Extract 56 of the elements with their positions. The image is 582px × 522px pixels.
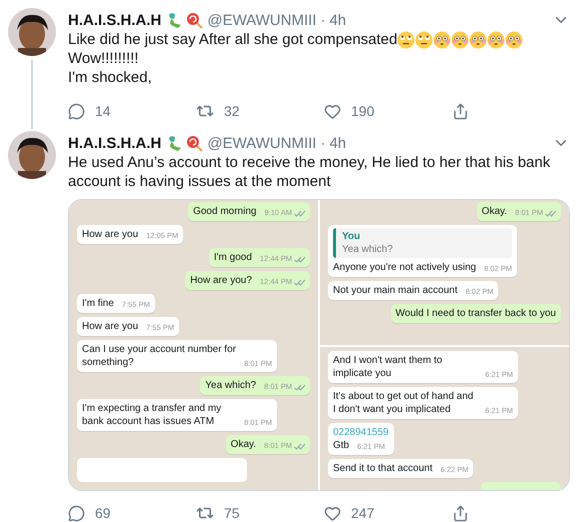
message-text: Send it to that account (333, 462, 433, 475)
message-text: How are you (82, 320, 138, 333)
message-text: And I won't want them to implicate you (333, 354, 444, 380)
flushed-emoji-icon (433, 30, 452, 48)
rolling-eyes-emoji-icon (415, 30, 434, 48)
lollipop-icon (186, 12, 204, 28)
message-text: I'm fine (82, 297, 114, 310)
display-name[interactable]: H.A.I.S.H.A.H (68, 134, 162, 152)
reply-button[interactable]: 69 (68, 504, 196, 522)
message-text: Yea which? (205, 379, 256, 392)
quote-text: Yea which? (342, 243, 394, 256)
user-handle[interactable]: @EWAWUNMIII (207, 12, 316, 28)
message-text: Can I use your account number for something? (82, 343, 236, 369)
share-icon (452, 504, 469, 522)
speech-bubble-icon (68, 504, 85, 522)
separator-dot: · (320, 12, 326, 28)
tweet-time[interactable]: 4h (329, 134, 346, 152)
retweet-button[interactable]: 75 (196, 504, 324, 522)
message-text: Would I need to transfer back to you (396, 307, 556, 320)
message-text: Okay. (230, 438, 256, 451)
speech-bubble-icon (68, 102, 85, 120)
reply-button[interactable]: 14 (68, 102, 196, 120)
message-text: How are you? (190, 274, 252, 287)
avatar[interactable] (8, 131, 56, 179)
tweet-text: Wow!!!!!!!!! (68, 49, 139, 68)
user-handle[interactable]: @EWAWUNMIII (207, 134, 316, 152)
quote-author: You (342, 230, 362, 243)
message-text: It's about to get out of hand and I don't want you implicated (333, 390, 474, 416)
tweet-text: Like did he just say After all she got compensated (68, 30, 398, 49)
tweet-time[interactable]: 4h (329, 12, 346, 28)
flushed-emoji-icon (451, 30, 470, 48)
rolling-eyes-emoji-icon (397, 30, 416, 48)
avatar[interactable] (8, 8, 56, 56)
message-text: How are you (82, 228, 138, 241)
message-text: I'm expecting a transfer and my bank account has issues ATM (82, 402, 222, 428)
flushed-emoji-icon (505, 30, 524, 48)
tweet-text: He used Anu’s account to receive the money, He lied to her that his bank account is having issues at the moment (68, 153, 552, 191)
heart-icon (324, 504, 341, 522)
message-text: I'm good (214, 251, 252, 264)
message-text: Not your main main account (333, 284, 458, 297)
retweet-button[interactable]: 32 (196, 102, 324, 120)
share-icon (452, 102, 469, 120)
flushed-emoji-icon (487, 30, 506, 48)
tweet-text: I'm shocked, (68, 68, 152, 87)
like-button[interactable]: 247 (324, 504, 452, 522)
message-text: Good morning (193, 205, 256, 218)
message-text: Anyone you're not actively using (333, 261, 476, 274)
message-text: Okay. (482, 205, 508, 218)
account-number-link[interactable]: 0228941559 (333, 426, 389, 439)
message-text: Gtb (333, 439, 350, 452)
heart-icon (324, 102, 341, 120)
lollipop-icon (186, 134, 204, 152)
like-button[interactable]: 190 (324, 102, 452, 120)
separator-dot: · (320, 134, 326, 152)
display-name[interactable]: H.A.I.S.H.A.H (68, 12, 162, 28)
flushed-emoji-icon (469, 30, 488, 48)
